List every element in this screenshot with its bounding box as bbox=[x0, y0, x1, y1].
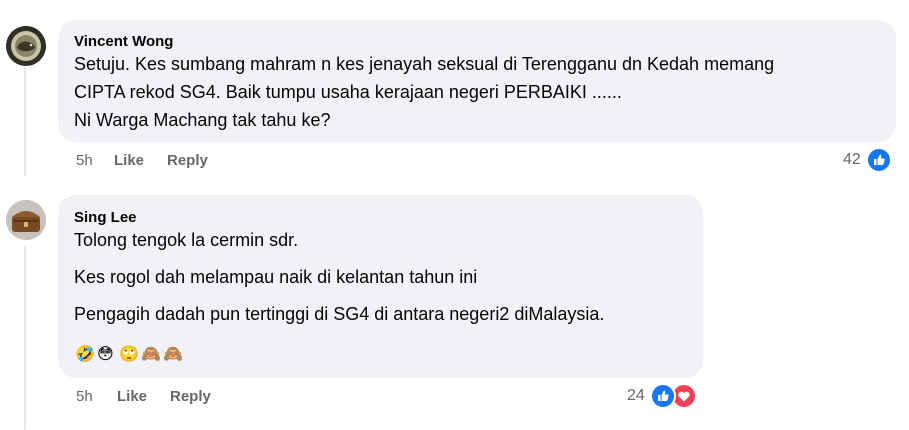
reaction-count: 42 bbox=[843, 151, 861, 168]
comment-text-line: Kes rogol dah melampau naik di kelantan … bbox=[74, 267, 478, 287]
see-no-evil-emoji: 🙈 bbox=[141, 346, 161, 363]
comment-timestamp[interactable]: 5h bbox=[76, 388, 93, 405]
avatar-image bbox=[6, 26, 46, 66]
flushed-emoji: 😳 bbox=[97, 346, 114, 363]
reply-button[interactable]: Reply bbox=[170, 388, 211, 405]
like-icon bbox=[866, 147, 892, 173]
comment-text-line: Setuju. Kes sumbang mahram n kes jenayah… bbox=[74, 54, 775, 74]
comment-text-line: Tolong tengok la cermin sdr. bbox=[74, 230, 299, 250]
avatar[interactable] bbox=[6, 200, 46, 240]
avatar[interactable] bbox=[6, 26, 46, 66]
comment-text-line: Pengagih dadah pun tertinggi di SG4 di a… bbox=[74, 304, 605, 324]
rofl-emoji: 🤣 bbox=[75, 346, 95, 363]
thread-connector bbox=[24, 66, 26, 176]
comment-author[interactable]: Sing Lee bbox=[74, 209, 137, 226]
see-no-evil-emoji: 🙈 bbox=[163, 346, 183, 363]
like-icon bbox=[650, 383, 676, 409]
eye-roll-emoji: 🙄 bbox=[119, 346, 139, 363]
reaction-count: 24 bbox=[627, 387, 645, 404]
comment-text-line: Ni Warga Machang tak tahu ke? bbox=[74, 110, 331, 130]
like-button[interactable]: Like bbox=[114, 152, 144, 169]
thread-connector bbox=[24, 246, 26, 430]
comment-text-line: CIPTA rekod SG4. Baik tumpu usaha keraja… bbox=[74, 82, 622, 102]
avatar-image bbox=[6, 200, 46, 240]
comment-author[interactable]: Vincent Wong bbox=[74, 33, 173, 50]
like-button[interactable]: Like bbox=[117, 388, 147, 405]
reply-button[interactable]: Reply bbox=[167, 152, 208, 169]
comment-timestamp[interactable]: 5h bbox=[76, 152, 93, 169]
